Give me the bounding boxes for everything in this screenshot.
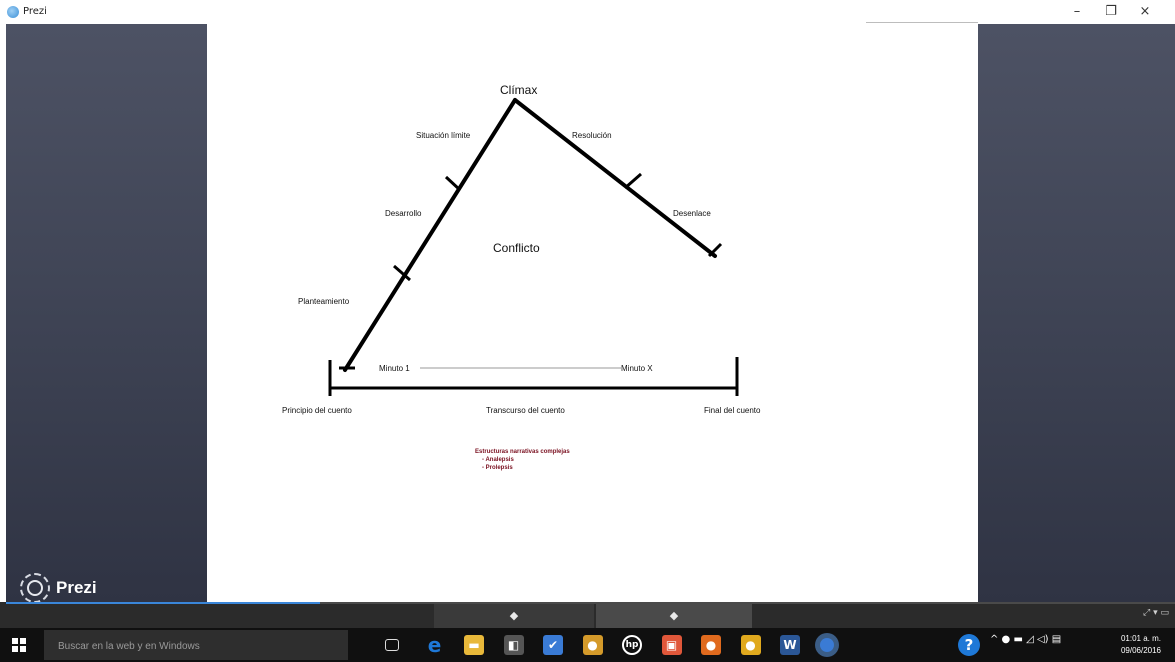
firefox-icon[interactable]: ● — [701, 635, 721, 655]
word-icon[interactable]: W — [780, 635, 800, 655]
close-button[interactable]: × — [1130, 2, 1160, 22]
label-climax: Clímax — [500, 83, 538, 97]
arrow-right-icon: ◆ — [669, 609, 679, 622]
app-red-icon[interactable]: ▣ — [661, 635, 682, 655]
label-desenlace: Desenlace — [673, 209, 711, 218]
title-bar: Prezi – ❐ × — [0, 0, 1175, 24]
falling-action-line — [513, 98, 717, 258]
label-principio: Principio del cuento — [282, 406, 352, 415]
task-view-icon[interactable]: ▭ — [385, 639, 399, 651]
taskbar-clock[interactable]: 01:01 a. m. 09/06/2016 — [1110, 633, 1172, 657]
progress-bar — [6, 602, 320, 604]
prezi-logo[interactable]: Prezi — [20, 573, 97, 603]
chrome-icon[interactable]: ● — [740, 635, 761, 655]
window-title: Prezi — [23, 6, 47, 17]
prezi-app-icon — [7, 6, 19, 18]
prezi-taskbar-icon[interactable] — [819, 638, 834, 652]
note-item-analepsis: - Analepsis — [482, 457, 514, 463]
clock-date: 09/06/2016 — [1120, 646, 1162, 655]
note-item-prolepsis: - Prolepsis — [482, 465, 513, 471]
app-figure-icon[interactable]: ● — [582, 635, 603, 655]
taskbar-search-box[interactable] — [44, 630, 348, 660]
next-step-button[interactable]: ◆ — [596, 604, 752, 628]
presentation-controls: ◆ ◆ ⤢ ▾ ▭ — [0, 602, 1175, 628]
prezi-logo-text: Prezi — [56, 578, 97, 597]
app-checklist-icon[interactable]: ✔ — [543, 635, 563, 655]
label-situacion-limite: Situación límite — [416, 131, 471, 140]
prezi-window: Prezi – ❐ × Prezi Clímax Situación límit… — [0, 0, 1175, 662]
label-desarrollo: Desarrollo — [385, 209, 422, 218]
clock-time: 01:01 a. m. — [1120, 634, 1162, 643]
system-tray-icons[interactable]: ^ ● ▬ ◿ ◁) ▤ — [990, 634, 1061, 645]
falling-tick-1 — [624, 172, 642, 190]
restore-button[interactable]: ❐ — [1096, 2, 1126, 22]
label-conflicto: Conflicto — [493, 241, 540, 255]
slide-canvas[interactable]: Clímax Situación límite Resolución Desar… — [207, 24, 978, 602]
file-explorer-icon[interactable]: ▬ — [464, 635, 484, 655]
search-input[interactable] — [58, 638, 338, 654]
left-panel: Prezi — [6, 24, 207, 603]
arrow-left-icon: ◆ — [509, 609, 519, 622]
note-block: Estructuras narrativas complejas - Anale… — [475, 448, 570, 472]
previous-step-button[interactable]: ◆ — [434, 604, 594, 628]
view-controls-icons[interactable]: ⤢ ▾ ▭ — [1143, 608, 1169, 618]
rising-tick-2 — [444, 175, 462, 192]
label-resolucion: Resolución — [572, 131, 612, 140]
rising-action-line — [343, 98, 517, 372]
windows-start-icon[interactable] — [12, 638, 26, 652]
minimize-button[interactable]: – — [1062, 2, 1092, 22]
right-panel — [978, 24, 1175, 602]
loading-indicator — [866, 22, 978, 23]
help-icon[interactable]: ? — [958, 634, 980, 656]
hp-icon[interactable]: hp — [622, 635, 642, 655]
windows-taskbar: ▭ e ▬ ◧ ✔ ● hp ▣ ● ● W ? ^ ● ▬ ◿ ◁) ▤ 01:01 a. m. … — [0, 628, 1175, 662]
prezi-logo-icon — [20, 573, 50, 603]
note-heading: Estructuras narrativas complejas — [475, 449, 570, 455]
label-minuto-x: Minuto X — [621, 364, 653, 373]
label-final: Final del cuento — [704, 406, 761, 415]
store-icon[interactable]: ◧ — [503, 635, 524, 655]
label-minuto-1: Minuto 1 — [379, 364, 410, 373]
label-planteamiento: Planteamiento — [298, 297, 350, 306]
label-transcurso: Transcurso del cuento — [486, 406, 565, 415]
edge-icon[interactable]: e — [425, 633, 445, 657]
narrative-diagram — [328, 98, 739, 396]
